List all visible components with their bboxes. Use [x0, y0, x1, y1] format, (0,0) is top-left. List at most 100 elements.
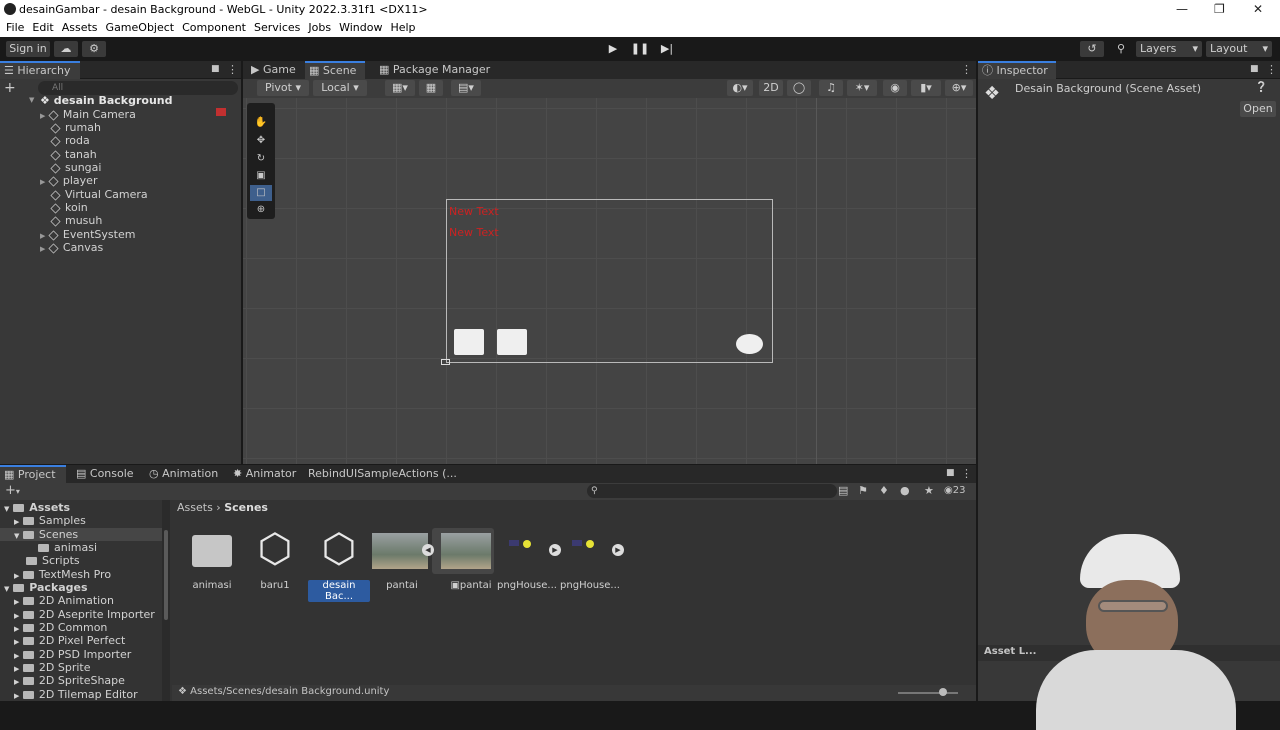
- ui-button-1[interactable]: [454, 329, 484, 355]
- tree-packages[interactable]: ▼ Packages: [4, 581, 88, 594]
- hand-tool-icon[interactable]: ✋: [250, 115, 272, 131]
- canvas-rect[interactable]: [446, 199, 773, 363]
- unity-scene-asset-icon[interactable]: ⬡: [308, 527, 370, 571]
- hierarchy-item[interactable]: sungai: [50, 161, 101, 174]
- minimize-icon[interactable]: —: [1176, 2, 1188, 16]
- pantai-sprite-thumbnail[interactable]: [441, 533, 491, 569]
- grid-icon[interactable]: ▦: [419, 80, 443, 96]
- lock-icon[interactable]: ■: [1250, 64, 1259, 74]
- asset-label[interactable]: pngHouse...: [496, 580, 558, 591]
- more-icon[interactable]: ⋮: [961, 63, 972, 76]
- pantai-image-thumbnail[interactable]: [372, 533, 428, 569]
- tree-scripts[interactable]: Scripts: [26, 554, 80, 567]
- tree-package[interactable]: ▶ 2D PSD Importer: [14, 648, 131, 661]
- tab-scene[interactable]: ▦ Scene: [305, 61, 365, 79]
- tree-scenes[interactable]: ▼ Scenes: [14, 528, 78, 541]
- menu-edit[interactable]: Edit: [26, 19, 53, 37]
- audio-icon[interactable]: ♫: [819, 80, 843, 96]
- menu-assets[interactable]: Assets: [56, 19, 98, 37]
- unity-scene-asset-icon[interactable]: ⬡: [244, 527, 306, 571]
- pivot-dropdown[interactable]: Pivot ▾: [257, 80, 309, 96]
- transform-tool-icon[interactable]: ⊕: [250, 202, 272, 218]
- hierarchy-item[interactable]: musuh: [50, 214, 102, 227]
- search-by-label-icon[interactable]: ⚑: [858, 484, 868, 497]
- tab-project[interactable]: ▦ Project: [0, 465, 66, 483]
- breadcrumb-scenes[interactable]: Scenes: [224, 501, 268, 514]
- add-icon[interactable]: +: [4, 80, 16, 96]
- more-icon[interactable]: ⋮: [961, 467, 972, 480]
- tree-samples[interactable]: ▶ Samples: [14, 514, 86, 527]
- tab-animation[interactable]: ◷ Animation: [145, 465, 222, 483]
- tree-package[interactable]: ▶ 2D Animation: [14, 594, 114, 607]
- hierarchy-search-input[interactable]: All: [38, 81, 238, 95]
- layout-dropdown[interactable]: Layout ▾: [1206, 41, 1272, 57]
- hierarchy-item[interactable]: tanah: [50, 148, 97, 161]
- gear-icon[interactable]: ⚙: [82, 41, 106, 57]
- shading-mode-icon[interactable]: ◐▾: [727, 80, 753, 96]
- search-icon[interactable]: ⚲: [1110, 41, 1132, 57]
- visibility-icon[interactable]: ◉: [883, 80, 907, 96]
- menu-window[interactable]: Window: [333, 19, 382, 37]
- snap-increment-icon[interactable]: ▤▾: [451, 80, 481, 96]
- scene-root[interactable]: ▼ ❖ desain Background: [29, 94, 173, 107]
- hierarchy-item[interactable]: ▶ EventSystem: [40, 228, 135, 241]
- help-icon[interactable]: ❔: [1255, 82, 1267, 93]
- hierarchy-item[interactable]: Virtual Camera: [50, 188, 148, 201]
- history-icon[interactable]: ↺: [1080, 41, 1104, 57]
- tag-icon[interactable]: ♦: [879, 484, 889, 497]
- close-icon[interactable]: ✕: [1253, 2, 1263, 16]
- layers-dropdown[interactable]: Layers ▾: [1136, 41, 1202, 57]
- tree-package[interactable]: ▶ 2D Tilemap Editor: [14, 688, 138, 701]
- camera-icon[interactable]: ▮▾: [911, 80, 941, 96]
- tab-rebind[interactable]: RebindUISampleActions (...: [304, 465, 461, 483]
- pnghouse-thumbnail[interactable]: [505, 538, 545, 562]
- ui-joystick[interactable]: [736, 334, 763, 354]
- menu-help[interactable]: Help: [384, 19, 415, 37]
- hierarchy-item[interactable]: ▶ Canvas: [40, 241, 103, 254]
- pnghouse-thumbnail[interactable]: [568, 538, 608, 562]
- gizmos-icon[interactable]: ⊕▾: [945, 80, 973, 96]
- local-dropdown[interactable]: Local ▾: [313, 80, 367, 96]
- asset-label-selected[interactable]: desain Bac...: [308, 580, 370, 602]
- menu-jobs[interactable]: Jobs: [302, 19, 331, 37]
- tab-console[interactable]: ▤ Console: [72, 465, 138, 483]
- hierarchy-item[interactable]: ▶ Main Camera: [40, 108, 136, 121]
- tab-game[interactable]: ▶ Game: [247, 61, 300, 79]
- favorite-icon[interactable]: ★: [924, 484, 934, 497]
- project-search-input[interactable]: ⚲: [587, 484, 837, 498]
- scene-view[interactable]: New Text New Text: [243, 98, 976, 464]
- tree-animasi[interactable]: animasi: [38, 541, 97, 554]
- ui-button-2[interactable]: [497, 329, 527, 355]
- pause-icon[interactable]: ❚❚: [630, 41, 650, 57]
- tree-scrollbar[interactable]: [162, 500, 170, 701]
- move-tool-icon[interactable]: ✥: [250, 133, 272, 149]
- lock-icon[interactable]: ■: [211, 64, 220, 74]
- rotate-tool-icon[interactable]: ↻: [250, 151, 272, 167]
- tree-package[interactable]: ▶ 2D Pixel Perfect: [14, 634, 125, 647]
- menu-gameobject[interactable]: GameObject: [100, 19, 175, 37]
- hierarchy-item[interactable]: ▶ player: [40, 174, 97, 187]
- asset-label[interactable]: baru1: [244, 580, 306, 591]
- menu-file[interactable]: File: [0, 19, 24, 37]
- more-icon[interactable]: ⋮: [227, 63, 238, 76]
- asset-label[interactable]: pantai: [371, 580, 433, 591]
- asset-label[interactable]: animasi: [181, 580, 243, 591]
- tree-assets[interactable]: ▼ Assets: [4, 501, 70, 514]
- tree-package[interactable]: ▶ 2D Common: [14, 621, 107, 634]
- tree-package[interactable]: ▶ 2D SpriteShape: [14, 674, 125, 687]
- asset-folder-icon[interactable]: [181, 527, 243, 567]
- tab-animator[interactable]: ✸ Animator: [229, 465, 300, 483]
- zoom-slider[interactable]: [898, 692, 958, 694]
- breadcrumb-assets[interactable]: Assets: [177, 501, 213, 514]
- maximize-icon[interactable]: ❐: [1214, 2, 1225, 16]
- tree-package[interactable]: ▶ 2D Sprite: [14, 661, 90, 674]
- step-icon[interactable]: ▶|: [657, 41, 677, 57]
- play-icon[interactable]: ▶: [603, 41, 623, 57]
- sign-in-button[interactable]: Sign in: [6, 41, 50, 57]
- lock-icon[interactable]: ■: [946, 468, 955, 478]
- tab-inspector[interactable]: ⓘ Inspector: [978, 61, 1056, 79]
- rect-handle[interactable]: [441, 359, 450, 365]
- expand-icon[interactable]: ▶: [612, 544, 624, 556]
- open-button[interactable]: Open: [1240, 101, 1276, 117]
- grid-snap-icon[interactable]: ▦▾: [385, 80, 415, 96]
